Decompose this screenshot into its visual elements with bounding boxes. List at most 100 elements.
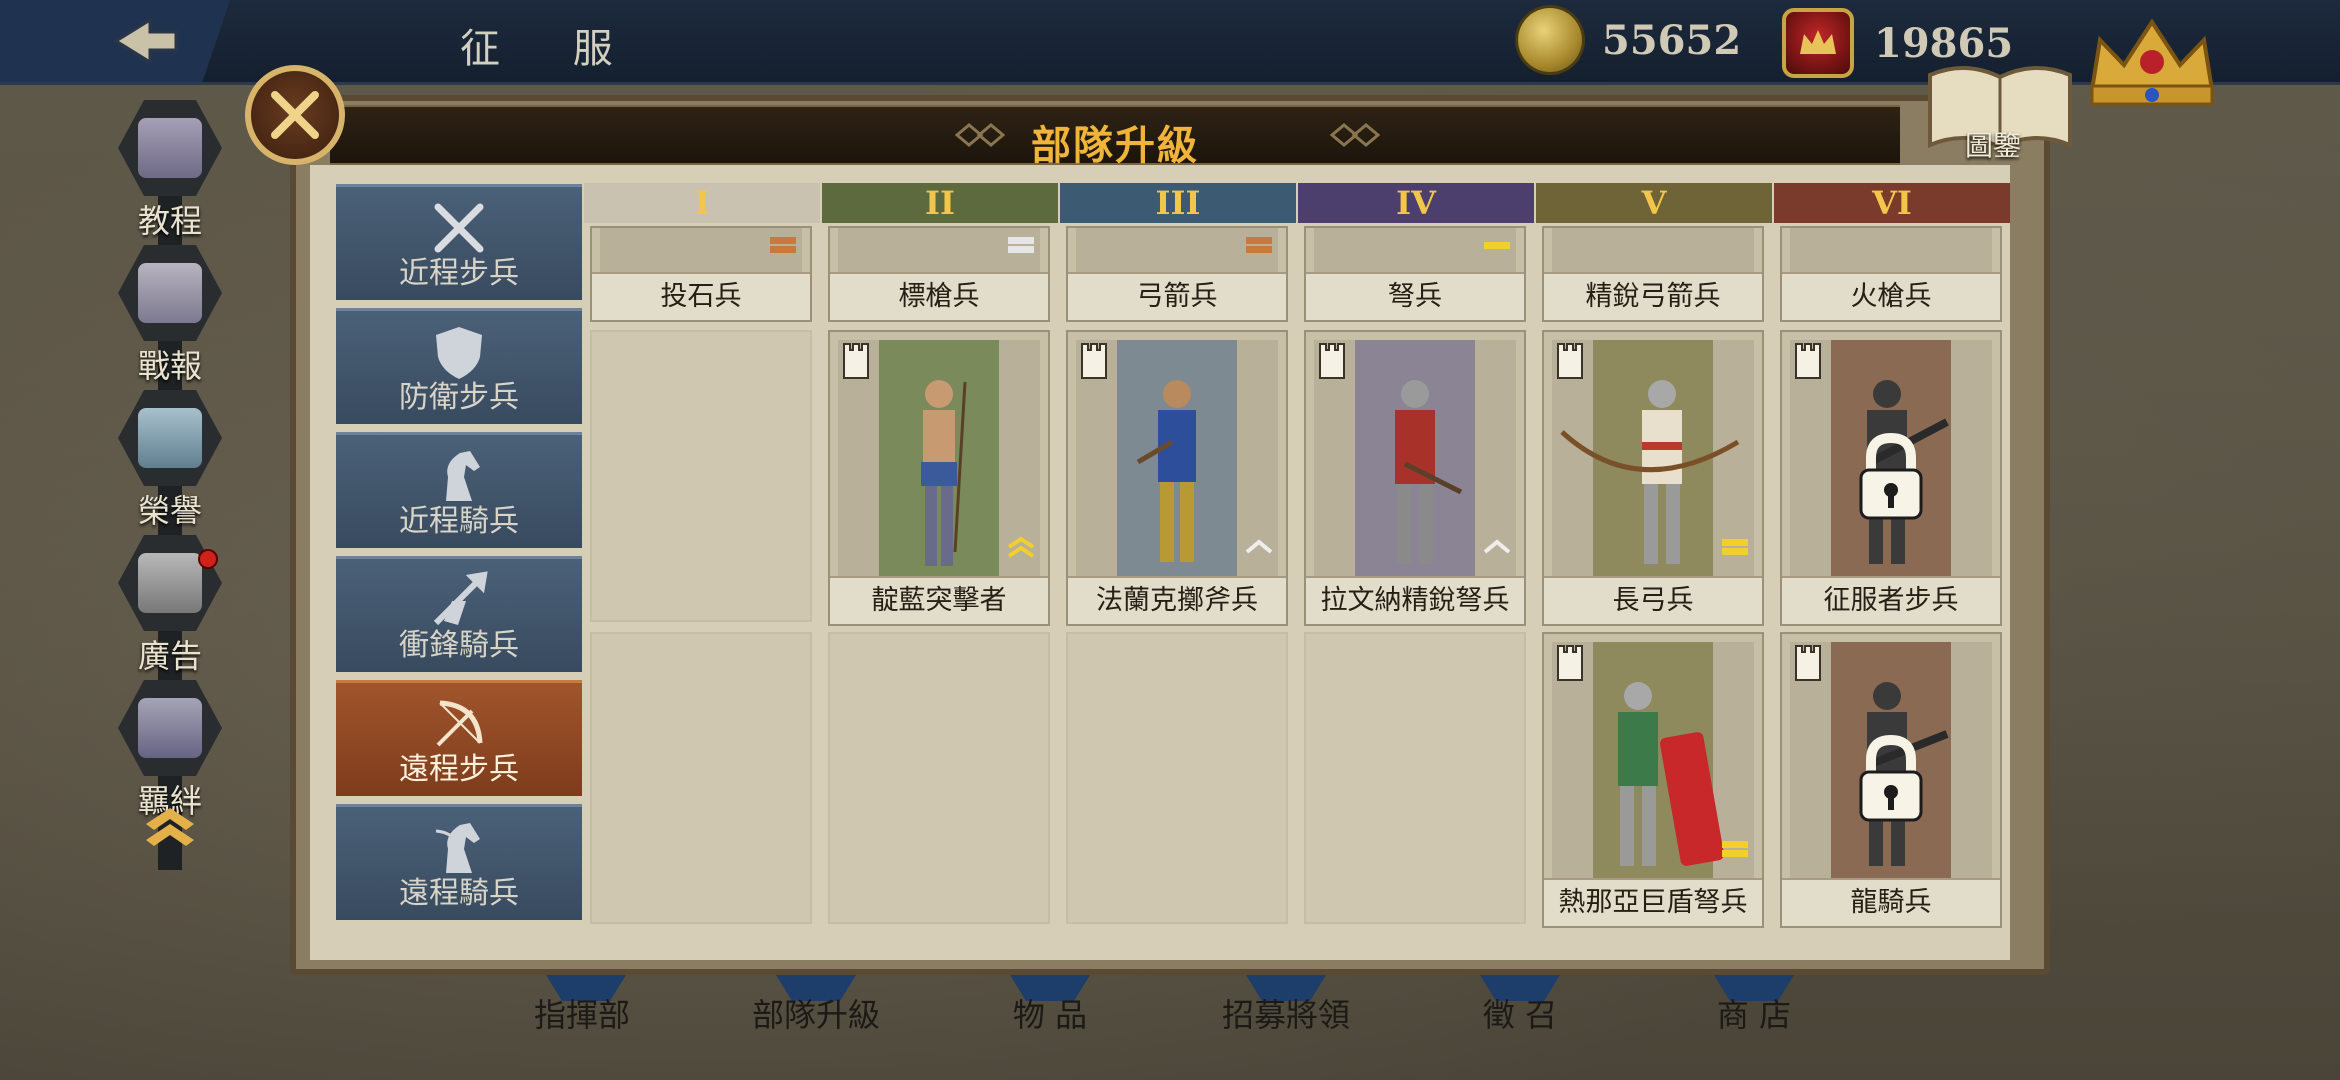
empty-slot — [828, 632, 1050, 924]
empty-slot — [590, 330, 812, 622]
tier-header-5: V — [1536, 183, 1772, 223]
category-ranged-cavalry[interactable]: 遠程騎兵 — [336, 804, 582, 920]
category-label: 遠程步兵 — [399, 752, 519, 787]
sidebar-label: 廣告 — [137, 637, 202, 675]
rank-up-silver-icon — [1245, 539, 1273, 554]
codex-label: 圖鑒 — [1965, 129, 2022, 162]
tower-icon — [1319, 343, 1345, 379]
rank-gold-icon — [1484, 242, 1510, 249]
unit-name: 火槍兵 — [1782, 272, 2000, 320]
lock-icon — [1859, 734, 1923, 822]
tier-header-6: VI — [1774, 183, 2010, 223]
book-icon — [118, 100, 222, 196]
soldier-figure — [921, 380, 967, 566]
unit-name: 標槍兵 — [830, 272, 1048, 320]
coin-icon — [1518, 8, 1582, 72]
tier-header-3: III — [1060, 183, 1296, 223]
unit-name: 精銳弓箭兵 — [1544, 272, 1762, 320]
category-charge-cavalry[interactable]: 衝鋒騎兵 — [336, 556, 582, 672]
tab-troop-upgrade[interactable]: 部隊升級 — [716, 990, 916, 1036]
crown-icon[interactable] — [2082, 10, 2222, 110]
unit-name: 征服者步兵 — [1782, 576, 2000, 624]
close-icon — [271, 91, 319, 139]
unit-card-frankish-axe-thrower[interactable]: 法蘭克擲斧兵 — [1066, 330, 1288, 626]
back-button[interactable] — [0, 0, 230, 82]
scroll-icon — [118, 245, 222, 341]
unit-name: 弩兵 — [1306, 272, 1524, 320]
rank-bronze-icon — [770, 237, 796, 253]
tower-icon — [843, 343, 869, 379]
unit-card-slinger[interactable]: 投石兵 — [590, 226, 812, 322]
tier-header-1: I — [584, 183, 820, 223]
category-label: 近程步兵 — [399, 256, 519, 291]
tier-header-2: II — [822, 183, 1058, 223]
ornament-icon — [1330, 123, 1380, 147]
soldier-figure — [1618, 682, 1725, 866]
sidebar-label: 教程 — [137, 202, 202, 240]
category-label: 防衛步兵 — [399, 380, 519, 415]
handshake-icon — [118, 680, 222, 776]
empty-slot — [1066, 632, 1288, 924]
category-ranged-infantry[interactable]: 遠程步兵 — [336, 680, 582, 796]
sidebar-item-ads[interactable]: 廣告 — [110, 535, 230, 675]
category-melee-infantry[interactable]: 近程步兵 — [336, 184, 582, 300]
unit-card-crossbowman[interactable]: 弩兵 — [1304, 226, 1526, 322]
tab-shop[interactable]: 商 店 — [1654, 990, 1854, 1036]
rank-up-gold-icon — [1007, 536, 1035, 558]
unit-card-longbowman[interactable]: 長弓兵 — [1542, 330, 1764, 626]
chevron-up-icon[interactable] — [140, 800, 200, 846]
soldier-figure — [1136, 380, 1196, 562]
unit-name: 弓箭兵 — [1068, 272, 1286, 320]
close-button[interactable] — [245, 65, 345, 165]
unit-name: 投石兵 — [592, 272, 810, 320]
tower-icon — [1081, 343, 1107, 379]
sidebar-label: 榮譽 — [137, 492, 202, 530]
category-melee-cavalry[interactable]: 近程騎兵 — [336, 432, 582, 548]
crown-badge-icon — [1782, 8, 1854, 78]
tab-headquarters[interactable]: 指揮部 — [482, 990, 682, 1036]
notification-dot — [198, 549, 218, 569]
empty-slot — [590, 632, 812, 924]
panel-title: 部隊升級 — [1031, 122, 1199, 169]
category-defense-infantry[interactable]: 防衛步兵 — [336, 308, 582, 424]
rank-bronze-icon — [1246, 237, 1272, 253]
tab-conscription[interactable]: 徵 召 — [1420, 990, 1620, 1036]
unit-card-genoese-pavise-crossbow[interactable]: 熱那亞巨盾弩兵 — [1542, 632, 1764, 928]
sidebar-item-honor[interactable]: 榮譽 — [110, 390, 230, 530]
unit-card-dragoon[interactable]: 龍騎兵 — [1780, 632, 2002, 928]
tab-recruit-generals[interactable]: 招募將領 — [1186, 990, 1386, 1036]
unit-card-musketeer[interactable]: 火槍兵 — [1780, 226, 2002, 322]
coin-value: 55652 — [1602, 16, 1742, 64]
sword-banner-icon — [118, 390, 222, 486]
unit-name: 龍騎兵 — [1782, 878, 2000, 926]
sidebar-item-reports[interactable]: 戰報 — [110, 245, 230, 385]
rank-gold-icon — [1722, 841, 1748, 857]
unit-card-javelineer[interactable]: 標槍兵 — [828, 226, 1050, 322]
unit-name: 靛藍突擊者 — [830, 576, 1048, 624]
lock-icon — [1859, 432, 1923, 520]
unit-card-indigo-raider[interactable]: 靛藍突擊者 — [828, 330, 1050, 626]
category-label: 衝鋒騎兵 — [399, 628, 519, 663]
rank-gold-icon — [1722, 539, 1748, 555]
unit-card-elite-archer[interactable]: 精銳弓箭兵 — [1542, 226, 1764, 322]
unit-card-ravenna-elite-crossbow[interactable]: 拉文納精銳弩兵 — [1304, 330, 1526, 626]
unit-name: 熱那亞巨盾弩兵 — [1544, 878, 1762, 926]
category-label: 近程騎兵 — [399, 504, 519, 539]
unit-card-archer[interactable]: 弓箭兵 — [1066, 226, 1288, 322]
unit-card-conquistador-infantry[interactable]: 征服者步兵 — [1780, 330, 2002, 626]
category-label: 遠程騎兵 — [399, 876, 519, 911]
coin-counter: 55652 — [1518, 8, 1741, 72]
tab-items[interactable]: 物 品 — [950, 990, 1150, 1036]
sidebar-label: 戰報 — [137, 347, 202, 385]
rank-silver-icon — [1008, 237, 1034, 253]
unit-name: 長弓兵 — [1544, 576, 1762, 624]
unit-name: 法蘭克擲斧兵 — [1068, 576, 1286, 624]
panel-header: 部隊升級 — [330, 105, 1900, 169]
soldier-figure — [1395, 380, 1463, 564]
rank-up-silver-icon — [1483, 539, 1511, 554]
back-arrow-icon — [113, 17, 178, 65]
tower-icon — [1795, 343, 1821, 379]
unit-name: 拉文納精銳弩兵 — [1306, 576, 1524, 624]
sidebar-item-tutorial[interactable]: 教程 — [110, 100, 230, 240]
sidebar-item-bonds[interactable]: 羈絆 — [110, 680, 230, 820]
